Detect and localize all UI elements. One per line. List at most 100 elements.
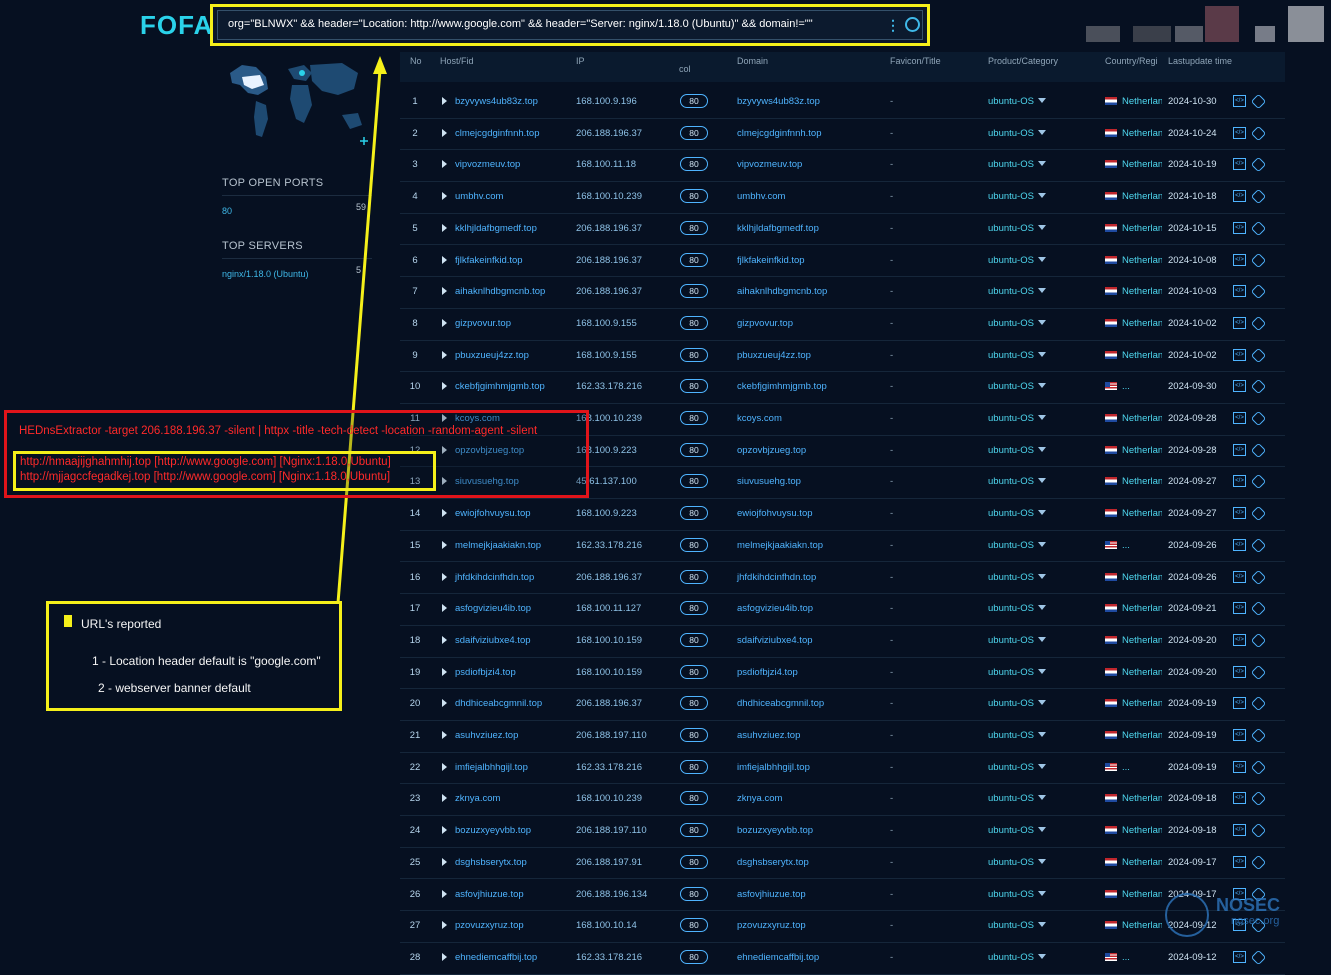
cube-icon[interactable] <box>1250 727 1267 744</box>
country-link[interactable]: Netherlands <box>1122 667 1162 678</box>
country-link[interactable]: Netherlands <box>1122 476 1162 487</box>
cube-icon[interactable] <box>1250 410 1267 427</box>
table-row[interactable]: 6 fjlkfakeinfkid.top 206.188.196.37 80 fjlkf… <box>400 245 1285 278</box>
port-badge[interactable]: 80 <box>680 759 708 774</box>
country-link[interactable]: Netherlands <box>1122 635 1162 646</box>
domain-link[interactable]: bozuzxyeyvbb.top <box>737 825 813 836</box>
ip-link[interactable]: 206.188.197.91 <box>576 857 642 868</box>
country-link[interactable]: Netherlands <box>1122 508 1162 519</box>
port-badge[interactable]: 80 <box>680 442 708 457</box>
product-dropdown[interactable]: ubuntu-OS <box>988 667 1046 678</box>
host-link[interactable]: aihaknlhdbgmcnb.top <box>455 286 545 297</box>
domain-link[interactable]: clmejcgdginfnnh.top <box>737 128 822 139</box>
cube-icon[interactable] <box>1250 505 1267 522</box>
table-row[interactable]: 9 pbuxzueuj4zz.top 168.100.9.155 80 pbuxzueu… <box>400 340 1285 373</box>
cube-icon[interactable] <box>1250 283 1267 300</box>
host-link[interactable]: pbuxzueuj4zz.top <box>455 350 529 361</box>
ip-link[interactable]: 162.33.178.216 <box>576 952 642 963</box>
expand-caret-icon[interactable] <box>442 128 447 137</box>
expand-caret-icon[interactable] <box>442 287 447 296</box>
host-link[interactable]: ewiojfohvuysu.top <box>455 508 531 519</box>
port-badge[interactable]: 80 <box>680 474 708 489</box>
table-row[interactable]: 7 aihaknlhdbgmcnb.top 206.188.196.37 80 aiha… <box>400 276 1285 309</box>
cube-icon[interactable] <box>1250 474 1267 490</box>
table-row[interactable]: 18 sdaifviziubxe4.top 168.100.10.159 80 sdai… <box>400 625 1285 658</box>
port-badge[interactable]: 80 <box>680 949 708 964</box>
server-item[interactable]: nginx/1.18.0 (Ubuntu) <box>222 269 372 279</box>
table-row[interactable]: 16 jhfdkihdcinfhdn.top 206.188.196.37 80 jhf… <box>400 562 1285 595</box>
country-link[interactable]: Netherlands <box>1122 255 1162 266</box>
product-dropdown[interactable]: ubuntu-OS <box>988 730 1046 741</box>
product-dropdown[interactable]: ubuntu-OS <box>988 857 1046 868</box>
table-row[interactable]: 27 pzovuzxyruz.top 168.100.10.14 80 pzovuzxy… <box>400 910 1285 943</box>
host-link[interactable]: sdaifviziubxe4.top <box>455 635 531 646</box>
domain-link[interactable]: dhdhiceabcgmnil.top <box>737 698 824 709</box>
domain-link[interactable]: imfiejalbhhgijl.top <box>737 762 810 773</box>
product-dropdown[interactable]: ubuntu-OS <box>988 223 1046 234</box>
code-view-icon[interactable]: </> <box>1233 824 1246 837</box>
port-badge[interactable]: 80 <box>680 601 708 616</box>
host-link[interactable]: umbhv.com <box>455 191 503 202</box>
code-view-icon[interactable]: </> <box>1233 348 1246 361</box>
cube-icon[interactable] <box>1250 632 1267 649</box>
header-product[interactable]: Product/Category <box>988 56 1058 66</box>
cube-icon[interactable] <box>1250 600 1267 617</box>
country-link[interactable]: Netherlands <box>1122 96 1162 107</box>
expand-caret-icon[interactable] <box>442 731 447 739</box>
product-dropdown[interactable]: ubuntu-OS <box>988 159 1046 170</box>
country-link[interactable]: ... <box>1122 381 1162 392</box>
host-link[interactable]: pzovuzxyruz.top <box>455 920 524 931</box>
table-row[interactable]: 22 imfiejalbhhgijl.top 162.33.178.216 80 imf… <box>400 752 1285 785</box>
cube-icon[interactable] <box>1250 791 1267 807</box>
product-dropdown[interactable]: ubuntu-OS <box>988 635 1046 646</box>
cube-icon[interactable] <box>1250 379 1267 395</box>
domain-link[interactable]: asfogvizieu4ib.top <box>737 603 813 614</box>
cube-icon[interactable] <box>1250 759 1267 775</box>
country-link[interactable]: Netherlands <box>1122 445 1162 456</box>
table-row[interactable]: 15 melmejkjaakiakn.top 162.33.178.216 80 mel… <box>400 530 1285 563</box>
host-link[interactable]: fjlkfakeinfkid.top <box>455 255 523 266</box>
domain-link[interactable]: pbuxzueuj4zz.top <box>737 350 811 361</box>
country-link[interactable]: ... <box>1122 952 1162 963</box>
domain-link[interactable]: sdaifviziubxe4.top <box>737 635 813 646</box>
domain-link[interactable]: jhfdkihdcinfhdn.top <box>737 572 816 583</box>
product-dropdown[interactable]: ubuntu-OS <box>988 318 1046 329</box>
cube-icon[interactable] <box>1250 157 1267 173</box>
code-view-icon[interactable]: </> <box>1233 158 1246 171</box>
host-link[interactable]: melmejkjaakiakn.top <box>455 540 541 551</box>
port-badge[interactable]: 80 <box>680 252 708 267</box>
ip-link[interactable]: 168.100.10.239 <box>576 191 642 202</box>
header-no[interactable]: No <box>410 56 422 66</box>
country-link[interactable]: Netherlands <box>1122 857 1162 868</box>
country-link[interactable]: Netherlands <box>1122 350 1162 361</box>
table-row[interactable]: 26 asfovjhiuzue.top 206.188.196.134 80 asfov… <box>400 879 1285 912</box>
product-dropdown[interactable]: ubuntu-OS <box>988 476 1046 487</box>
host-link[interactable]: zknya.com <box>455 793 500 804</box>
cube-icon[interactable] <box>1250 315 1267 332</box>
host-link[interactable]: ehnediemcaffbij.top <box>455 952 537 963</box>
product-dropdown[interactable]: ubuntu-OS <box>988 381 1046 392</box>
table-row[interactable]: 28 ehnediemcaffbij.top 162.33.178.216 80 ehn… <box>400 942 1285 975</box>
ip-link[interactable]: 162.33.178.216 <box>576 540 642 551</box>
code-view-icon[interactable]: </> <box>1233 253 1246 266</box>
host-link[interactable]: bzyvyws4ub83z.top <box>455 96 538 107</box>
ip-link[interactable]: 168.100.10.239 <box>576 793 642 804</box>
domain-link[interactable]: ehnediemcaffbij.top <box>737 952 819 963</box>
ip-link[interactable]: 206.188.196.37 <box>576 255 642 266</box>
expand-caret-icon[interactable] <box>442 921 447 930</box>
cube-icon[interactable] <box>1250 949 1267 966</box>
country-link[interactable]: Netherlands <box>1122 191 1162 202</box>
country-link[interactable]: Netherlands <box>1122 223 1162 234</box>
cube-icon[interactable] <box>1250 188 1267 205</box>
country-link[interactable]: Netherlands <box>1122 318 1162 329</box>
domain-link[interactable]: asuhvziuez.top <box>737 730 800 741</box>
domain-link[interactable]: bzyvyws4ub83z.top <box>737 96 820 107</box>
domain-link[interactable]: asfovjhiuzue.top <box>737 889 806 900</box>
header-country[interactable]: Country/Regi <box>1105 56 1158 66</box>
cube-icon[interactable] <box>1250 220 1267 237</box>
cube-icon[interactable] <box>1250 664 1267 680</box>
host-link[interactable]: dhdhiceabcgmnil.top <box>455 698 542 709</box>
expand-caret-icon[interactable] <box>442 255 447 264</box>
port-badge[interactable]: 80 <box>680 157 708 172</box>
expand-caret-icon[interactable] <box>442 382 447 391</box>
